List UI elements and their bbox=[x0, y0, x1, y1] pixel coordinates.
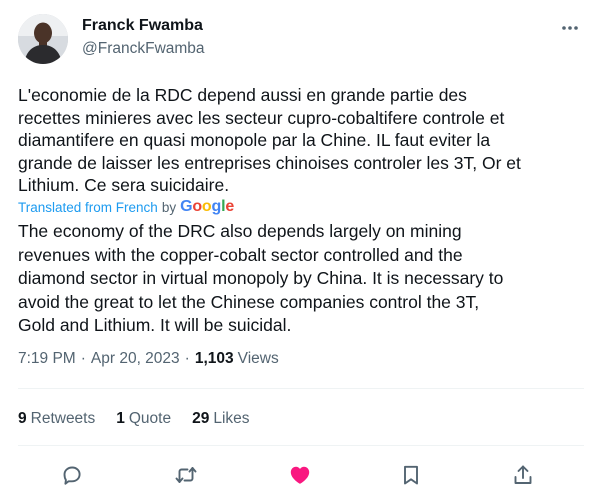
tweet-original-text: L'economie de la RDC depend aussi en gra… bbox=[18, 85, 521, 195]
share-button[interactable] bbox=[508, 460, 538, 490]
likes-label: Likes bbox=[213, 410, 250, 427]
reply-button[interactable] bbox=[57, 460, 87, 490]
translated-from-link[interactable]: Translated from French bbox=[18, 200, 158, 215]
bookmark-button[interactable] bbox=[396, 460, 426, 490]
author-name[interactable]: Franck Fwamba bbox=[82, 16, 203, 36]
avatar[interactable] bbox=[18, 14, 68, 64]
by-label: by bbox=[161, 199, 177, 215]
meta-separator-2: · bbox=[184, 350, 190, 367]
more-icon bbox=[562, 26, 578, 30]
author-handle[interactable]: @FranckFwamba bbox=[82, 39, 205, 59]
tweet-card: Franck Fwamba @FranckFwamba L'economie d… bbox=[0, 0, 598, 500]
tweet-translation-text: The economy of the DRC also depends larg… bbox=[18, 221, 504, 335]
translation-attribution: Translated from French by Google bbox=[18, 197, 234, 217]
retweet-icon bbox=[175, 467, 197, 483]
retweets-label: Retweets bbox=[30, 410, 96, 427]
share-icon bbox=[514, 465, 532, 484]
tweet-date[interactable]: Apr 20, 2023 bbox=[91, 350, 180, 368]
tweet-time[interactable]: 7:19 PM bbox=[18, 350, 76, 368]
like-button[interactable] bbox=[285, 460, 315, 490]
retweets-stat[interactable]: 9 Retweets bbox=[18, 410, 95, 428]
google-logo: Google bbox=[180, 198, 235, 215]
quotes-stat[interactable]: 1 Quote bbox=[116, 410, 171, 428]
divider bbox=[18, 388, 584, 389]
retweets-count: 9 bbox=[18, 410, 27, 427]
quotes-label: Quote bbox=[128, 410, 172, 427]
views-count: 1,103 bbox=[194, 350, 234, 367]
bookmark-icon bbox=[404, 465, 418, 485]
more-options-button[interactable] bbox=[556, 14, 584, 42]
retweet-button[interactable] bbox=[171, 460, 201, 490]
quotes-count: 1 bbox=[116, 410, 125, 427]
heart-icon bbox=[290, 466, 310, 484]
meta-separator: · bbox=[80, 350, 86, 367]
likes-count: 29 bbox=[192, 410, 210, 427]
views-label: Views bbox=[237, 350, 279, 367]
engagement-stats: 9 Retweets 1 Quote 29 Likes bbox=[18, 410, 271, 428]
reply-icon bbox=[63, 466, 81, 485]
likes-stat[interactable]: 29 Likes bbox=[192, 410, 249, 428]
tweet-meta: 7:19 PM · Apr 20, 2023 · 1,103 Views bbox=[18, 350, 279, 368]
divider-2 bbox=[18, 445, 584, 446]
